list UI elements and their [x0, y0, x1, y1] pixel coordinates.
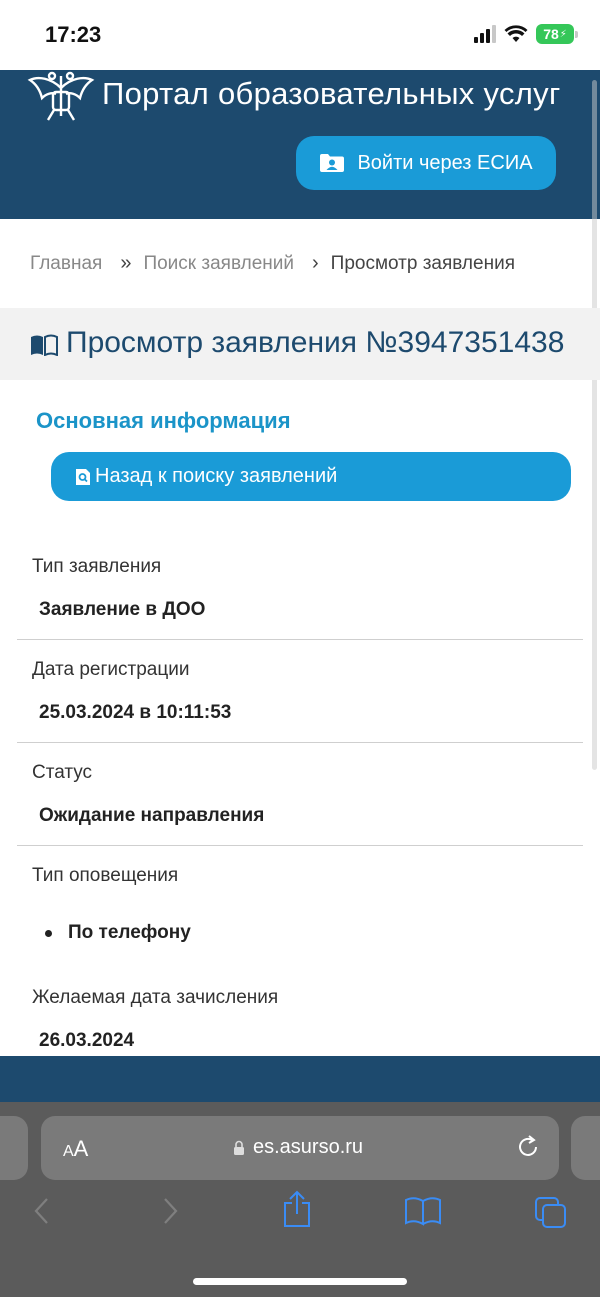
info-value: 26.03.2024 — [39, 1030, 135, 1051]
status-value: Ожидание направления — [39, 805, 265, 826]
previous-tab-preview[interactable] — [0, 1116, 28, 1180]
back-to-search-button[interactable]: Назад к поиску заявлений — [51, 452, 571, 501]
breadcrumb-home[interactable]: Главная — [30, 253, 102, 275]
info-value: Заявление в ДОО — [39, 599, 206, 620]
breadcrumb-current: Просмотр заявления — [330, 252, 515, 274]
portal-title: Портал образовательных услуг — [102, 76, 561, 111]
page-title: Просмотр заявления №3947351438 — [66, 326, 565, 359]
coat-of-arms-icon — [27, 71, 95, 121]
browser-toolbar — [0, 1190, 600, 1246]
section-heading: Основная информация — [36, 408, 291, 433]
info-label: Желаемая дата зачисления — [32, 987, 279, 1008]
esia-button-label: Войти через ЕСИА — [357, 151, 533, 174]
info-label: Тип заявления — [32, 556, 162, 577]
battery-level: 78 — [543, 26, 559, 42]
breadcrumb: Главная » Поиск заявлений › Просмотр зая… — [30, 252, 515, 275]
tabs-icon[interactable] — [534, 1196, 568, 1228]
row-divider — [17, 639, 583, 640]
status-indicators: 78 ⚡ — [474, 24, 578, 44]
breadcrumb-separator: » — [120, 252, 132, 274]
breadcrumb-search[interactable]: Поиск заявлений — [143, 253, 294, 275]
user-folder-icon — [320, 154, 345, 172]
notification-list-item: По телефону — [45, 922, 191, 944]
info-value: По телефону — [68, 922, 191, 943]
lock-icon — [234, 1140, 244, 1155]
address-bar[interactable]: AA es.asurso.ru — [41, 1116, 559, 1180]
reload-icon[interactable] — [515, 1134, 541, 1160]
status-bar: 17:23 78 ⚡ — [0, 0, 600, 70]
browser-bottom-bar: AA es.asurso.ru — [0, 1102, 600, 1297]
back-button-label: Назад к поиску заявлений — [95, 465, 338, 487]
aa-large: A — [73, 1136, 89, 1161]
row-divider — [17, 845, 583, 846]
info-value: 25.03.2024 в 10:11:53 — [39, 702, 232, 723]
info-label: Дата регистрации — [32, 659, 190, 680]
bookmarks-icon[interactable] — [404, 1196, 442, 1226]
url-text: es.asurso.ru — [253, 1136, 364, 1158]
home-indicator[interactable] — [193, 1278, 407, 1285]
url-display[interactable]: es.asurso.ru — [233, 1136, 363, 1159]
cellular-signal-icon — [474, 25, 496, 43]
reader-settings-button[interactable]: AA — [63, 1136, 88, 1162]
page-scrollbar[interactable] — [592, 80, 597, 770]
site-header: Портал образовательных услуг Войти через… — [0, 70, 600, 219]
status-time: 17:23 — [45, 22, 102, 47]
row-divider — [17, 742, 583, 743]
page-title-band: Просмотр заявления №3947351438 — [0, 308, 600, 380]
esia-login-button[interactable]: Войти через ЕСИА — [296, 136, 556, 190]
info-label: Тип оповещения — [32, 865, 179, 886]
wifi-icon — [504, 25, 528, 42]
search-document-icon — [76, 468, 90, 485]
open-book-icon — [31, 334, 58, 356]
share-icon[interactable] — [282, 1190, 312, 1228]
info-label: Статус — [32, 762, 93, 783]
breadcrumb-separator: › — [311, 252, 319, 274]
forward-chevron-icon[interactable] — [160, 1196, 180, 1226]
aa-small: A — [63, 1143, 74, 1160]
back-chevron-icon[interactable] — [32, 1196, 52, 1226]
battery-icon: 78 ⚡ — [536, 24, 578, 44]
site-footer — [0, 1056, 600, 1106]
next-tab-preview[interactable] — [571, 1116, 600, 1180]
bullet-icon — [45, 929, 52, 937]
